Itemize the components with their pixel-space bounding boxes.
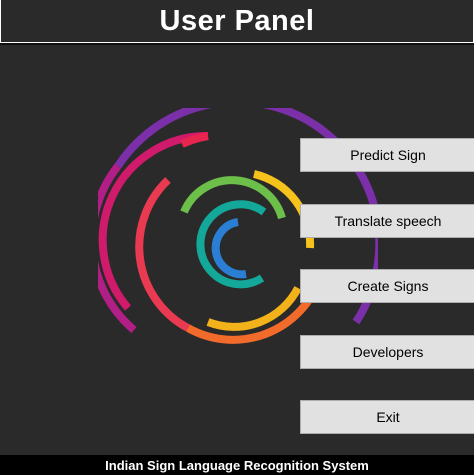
- footer-bar: Indian Sign Language Recognition System: [0, 455, 474, 475]
- translate-speech-button[interactable]: Translate speech: [300, 204, 474, 238]
- title-bar: User Panel: [0, 0, 474, 43]
- logo-green-arc: [180, 176, 286, 220]
- logo-third-arc: [135, 177, 190, 332]
- predict-sign-button[interactable]: Predict Sign: [300, 138, 474, 172]
- logo-blue-arc: [211, 218, 247, 279]
- developers-button[interactable]: Developers: [300, 335, 474, 369]
- exit-button[interactable]: Exit: [300, 400, 474, 434]
- user-panel-window: User Panel Predict Sign Translate speech…: [0, 0, 474, 475]
- title-divider: [0, 43, 474, 45]
- footer-label: Indian Sign Language Recognition System: [105, 457, 369, 473]
- page-title: User Panel: [159, 4, 315, 37]
- create-signs-button[interactable]: Create Signs: [300, 269, 474, 303]
